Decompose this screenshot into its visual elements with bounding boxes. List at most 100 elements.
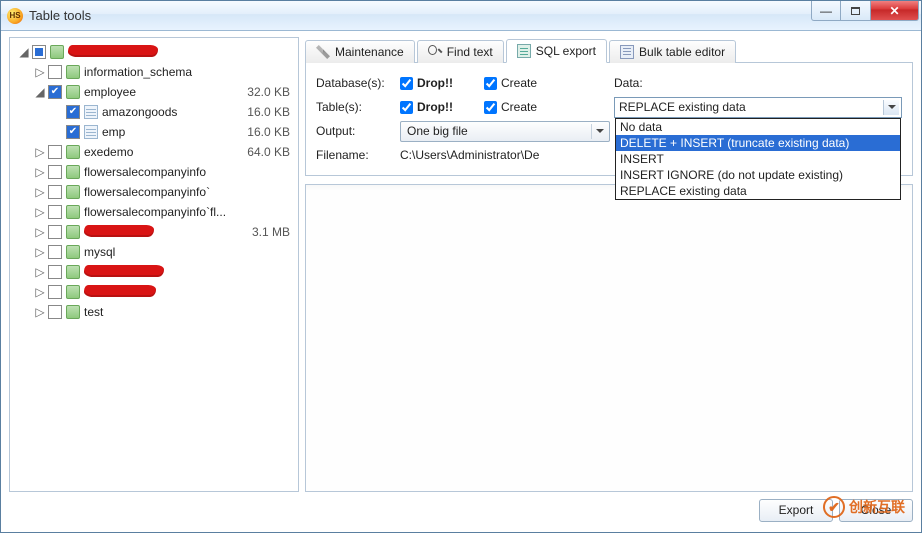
tree-item-label: flowersalecompanyinfo` xyxy=(84,185,234,199)
window: HS Table tools — ✕ ◢ ▷information_schema… xyxy=(0,0,922,533)
database-icon xyxy=(66,145,80,159)
tree-row[interactable]: emp16.0 KB xyxy=(10,122,298,142)
redacted-label xyxy=(68,45,158,57)
tree-row[interactable]: ▷ xyxy=(10,282,298,302)
database-tree[interactable]: ◢ ▷information_schema◢employee32.0 KBama… xyxy=(9,37,299,492)
db-create-checkbox[interactable]: Create xyxy=(484,76,566,90)
tree-row[interactable]: ▷information_schema xyxy=(10,62,298,82)
databases-label: Database(s): xyxy=(316,76,396,90)
database-icon xyxy=(66,165,80,179)
tree-item-label: employee xyxy=(84,85,234,99)
database-icon xyxy=(66,205,80,219)
tab-sql-export[interactable]: SQL export xyxy=(506,39,607,63)
tree-checkbox[interactable] xyxy=(48,65,62,79)
progress-panel xyxy=(305,184,913,492)
tree-item-label: emp xyxy=(102,125,234,139)
tree-checkbox[interactable] xyxy=(48,205,62,219)
tab-maintenance[interactable]: Maintenance xyxy=(305,40,415,63)
tab-find-text[interactable]: Find text xyxy=(417,40,504,63)
tree-checkbox[interactable] xyxy=(48,85,62,99)
redacted-label xyxy=(84,265,164,277)
tree-checkbox[interactable] xyxy=(48,265,62,279)
data-select-value: REPLACE existing data xyxy=(619,100,746,114)
database-icon xyxy=(66,285,80,299)
tree-checkbox[interactable] xyxy=(66,105,80,119)
tree-row[interactable]: ▷exedemo64.0 KB xyxy=(10,142,298,162)
tables-label: Table(s): xyxy=(316,100,396,114)
tree-checkbox[interactable] xyxy=(48,165,62,179)
tree-item-size: 32.0 KB xyxy=(234,85,290,99)
tree-checkbox[interactable] xyxy=(48,145,62,159)
output-label: Output: xyxy=(316,124,396,138)
tree-row[interactable]: ▷test xyxy=(10,302,298,322)
database-icon xyxy=(66,65,80,79)
tree-item-size: 3.1 MB xyxy=(234,225,290,239)
redacted-label xyxy=(84,225,154,237)
tree-row[interactable]: ▷flowersalecompanyinfo`fl... xyxy=(10,202,298,222)
data-option[interactable]: No data xyxy=(616,119,900,135)
chevron-down-icon xyxy=(883,100,899,115)
tree-checkbox[interactable] xyxy=(66,125,80,139)
data-option[interactable]: INSERT xyxy=(616,151,900,167)
data-option[interactable]: INSERT IGNORE (do not update existing) xyxy=(616,167,900,183)
tree-item-label: test xyxy=(84,305,234,319)
app-icon: HS xyxy=(7,8,23,24)
database-icon xyxy=(66,85,80,99)
data-label: Data: xyxy=(614,76,902,90)
tree-root[interactable]: ◢ xyxy=(10,42,298,62)
database-icon xyxy=(66,265,80,279)
close-button[interactable]: Close xyxy=(839,499,913,522)
data-select-dropdown[interactable]: No dataDELETE + INSERT (truncate existin… xyxy=(615,118,901,200)
tree-item-label: amazongoods xyxy=(102,105,234,119)
find-icon xyxy=(428,45,442,59)
tab-label: Find text xyxy=(447,45,493,59)
tree-item-label xyxy=(84,225,234,240)
tree-item-label: flowersalecompanyinfo`fl... xyxy=(84,205,234,219)
redacted-label xyxy=(84,285,156,297)
data-select[interactable]: REPLACE existing data No dataDELETE + IN… xyxy=(614,97,902,118)
tree-row[interactable]: ▷mysql xyxy=(10,242,298,262)
database-icon xyxy=(66,305,80,319)
tabs: Maintenance Find text SQL export Bulk ta… xyxy=(305,37,913,63)
database-icon xyxy=(66,245,80,259)
minimize-button[interactable]: — xyxy=(811,1,841,21)
close-window-button[interactable]: ✕ xyxy=(871,1,919,21)
database-icon xyxy=(66,225,80,239)
output-select[interactable]: One big file xyxy=(400,121,610,142)
tree-checkbox[interactable] xyxy=(48,245,62,259)
tbl-create-checkbox[interactable]: Create xyxy=(484,100,566,114)
sql-export-panel: Database(s): Drop!! Create Data: Table(s… xyxy=(305,63,913,176)
tab-bulk-editor[interactable]: Bulk table editor xyxy=(609,40,736,63)
db-drop-checkbox[interactable]: Drop!! xyxy=(400,76,480,90)
tree-row[interactable]: amazongoods16.0 KB xyxy=(10,102,298,122)
tree-row[interactable]: ▷flowersalecompanyinfo xyxy=(10,162,298,182)
window-title: Table tools xyxy=(29,8,811,23)
maximize-button[interactable] xyxy=(841,1,871,21)
tree-row[interactable]: ▷3.1 MB xyxy=(10,222,298,242)
tree-checkbox[interactable] xyxy=(32,45,46,59)
database-icon xyxy=(66,185,80,199)
filename-label: Filename: xyxy=(316,148,396,162)
client-area: ◢ ▷information_schema◢employee32.0 KBama… xyxy=(9,37,913,492)
tbl-drop-checkbox[interactable]: Drop!! xyxy=(400,100,480,114)
table-icon xyxy=(84,105,98,119)
data-option[interactable]: REPLACE existing data xyxy=(616,183,900,199)
export-button[interactable]: Export xyxy=(759,499,833,522)
tree-item-size: 16.0 KB xyxy=(234,125,290,139)
data-option[interactable]: DELETE + INSERT (truncate existing data) xyxy=(616,135,900,151)
tree-item-size: 64.0 KB xyxy=(234,145,290,159)
tree-row[interactable]: ◢employee32.0 KB xyxy=(10,82,298,102)
tab-label: Bulk table editor xyxy=(639,45,725,59)
table-icon xyxy=(84,125,98,139)
tree-checkbox[interactable] xyxy=(48,285,62,299)
tree-checkbox[interactable] xyxy=(48,305,62,319)
tree-checkbox[interactable] xyxy=(48,185,62,199)
window-controls: — ✕ xyxy=(811,1,919,21)
tree-row[interactable]: ▷ xyxy=(10,262,298,282)
bulk-icon xyxy=(620,45,634,59)
tree-checkbox[interactable] xyxy=(48,225,62,239)
right-pane: Maintenance Find text SQL export Bulk ta… xyxy=(305,37,913,492)
tree-row[interactable]: ▷flowersalecompanyinfo` xyxy=(10,182,298,202)
tab-label: Maintenance xyxy=(335,45,404,59)
tree-item-label xyxy=(84,285,234,300)
